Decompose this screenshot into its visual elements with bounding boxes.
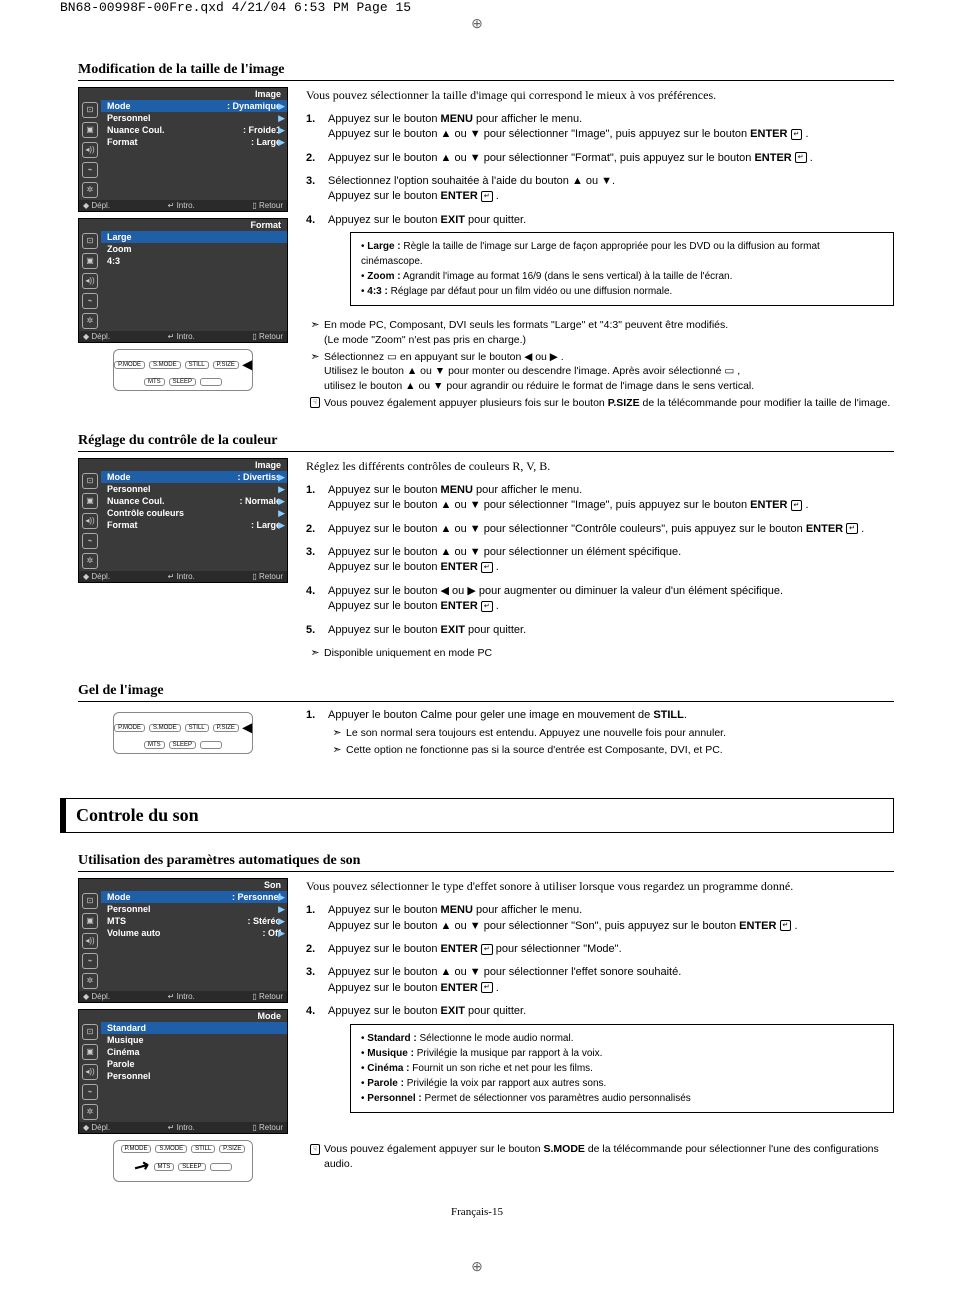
heading-color-control: Réglage du contrôle de la couleur	[78, 431, 894, 452]
osd-row-musique: Musique	[101, 1034, 287, 1046]
osd-footer: ◆ Dépl. ↵ Intro. ▯ Retour	[79, 331, 287, 342]
remote-tip-icon: ☟	[310, 1144, 320, 1155]
osd-row-standard: Standard	[101, 1022, 287, 1034]
step-1: Appuyez sur le bouton MENU pour afficher…	[328, 483, 894, 514]
step-2: Appuyez sur le bouton ENTER ↵ pour sélec…	[328, 942, 894, 957]
osd-row-mts: MTS: Stéréo▶	[101, 915, 287, 927]
osd-row-format: Format: Large▶	[101, 519, 287, 531]
intro-text: Réglez les différents contrôles de coule…	[306, 458, 894, 475]
step-2: Appuyez sur le bouton ▲ ou ▼ pour sélect…	[328, 151, 894, 166]
osd-category-icons: ⊡▣◂))⌁✲	[79, 1022, 101, 1122]
enter-icon: ↵	[791, 129, 803, 140]
heading-auto-sound: Utilisation des paramètres automatiques …	[78, 851, 894, 872]
heading-image-size: Modification de la taille de l'image	[78, 60, 894, 81]
step-2: Appuyez sur le bouton ▲ ou ▼ pour sélect…	[328, 522, 894, 537]
osd-sound-menu: Son ⊡▣◂))⌁✲ Mode: Personnel▶ Personnel▶ …	[78, 878, 288, 1003]
osd-title: Image	[79, 88, 287, 100]
enter-icon: ↵	[846, 523, 858, 534]
osd-title: Format	[79, 219, 287, 231]
arrow-icon: ↗	[130, 1154, 154, 1180]
osd-format-menu: Format ⊡▣◂))⌁✲ Large Zoom 4:3 ◆ Dépl. ↵ …	[78, 218, 288, 343]
osd-row-mode: Mode: Personnel▶	[101, 891, 287, 903]
enter-icon: ↵	[481, 191, 493, 202]
osd-row-zoom: Zoom	[101, 243, 287, 255]
heading-gel-image: Gel de l'image	[78, 681, 894, 702]
osd-footer: ◆ Dépl. ↵ Intro. ▯ Retour	[79, 200, 287, 211]
enter-icon: ↵	[481, 562, 493, 573]
note: ➣Sélectionnez ▭ en appuyant sur le bouto…	[306, 350, 894, 394]
osd-row-parole: Parole	[101, 1058, 287, 1070]
step-4: Appuyez sur le bouton ◀ ou ▶ pour augmen…	[328, 584, 894, 615]
remote-tip-icon: ☟	[310, 397, 320, 408]
osd-footer: ◆ Dépl. ↵ Intro. ▯ Retour	[79, 1122, 287, 1133]
enter-icon: ↵	[780, 920, 792, 931]
osd-title: Image	[79, 459, 287, 471]
step-4: Appuyez sur le bouton EXIT pour quitter.…	[328, 1004, 894, 1116]
page-number: Français-15	[60, 1206, 894, 1218]
step-4: Appuyez sur le bouton EXIT pour quitter.…	[328, 213, 894, 310]
osd-row-personnel: Personnel	[101, 1070, 287, 1082]
note-remote: ☟Vous pouvez également appuyer sur le bo…	[306, 1142, 894, 1171]
osd-row-43: 4:3	[101, 255, 287, 267]
step-3: Sélectionnez l'option souhaitée à l'aide…	[328, 174, 894, 205]
osd-title: Son	[79, 879, 287, 891]
step-3: Appuyez sur le bouton ▲ ou ▼ pour sélect…	[328, 545, 894, 576]
remote-illustration: P.MODES.MODESTILLP.SIZE ◂ MTSSLEEP	[113, 349, 253, 391]
enter-icon: ↵	[481, 982, 493, 993]
enter-icon: ↵	[481, 601, 493, 612]
heading-sound-control: Controle du son	[60, 798, 894, 833]
remote-illustration: P.MODES.MODESTILLP.SIZE ◂ MTSSLEEP	[113, 712, 253, 754]
remote-illustration: P.MODES.MODESTILLP.SIZE ↗ MTSSLEEP	[113, 1140, 253, 1182]
osd-row-personnel: Personnel▶	[101, 483, 287, 495]
step-1: Appuyez sur le bouton MENU pour afficher…	[328, 903, 894, 934]
osd-color-menu: Image ⊡▣◂))⌁✲ Mode: Divertiss▶ Personnel…	[78, 458, 288, 583]
intro-text: Vous pouvez sélectionner le type d'effet…	[306, 878, 894, 895]
intro-text: Vous pouvez sélectionner la taille d'ima…	[306, 87, 894, 104]
arrow-icon: ◂	[243, 717, 252, 738]
osd-row-cinema: Cinéma	[101, 1046, 287, 1058]
definitions-box: • Standard : Sélectionne le mode audio n…	[350, 1024, 894, 1113]
crop-mark-top: ⊕	[0, 15, 954, 32]
note: ➣En mode PC, Composant, DVI seuls les fo…	[306, 318, 894, 347]
crop-mark-bottom: ⊕	[0, 1258, 954, 1275]
osd-row-volume-auto: Volume auto: Off▶	[101, 927, 287, 939]
osd-row-mode: Mode: Divertiss▶	[101, 471, 287, 483]
osd-category-icons: ⊡▣◂))⌁✲	[79, 891, 101, 991]
osd-row-controle-couleurs: Contrôle couleurs▶	[101, 507, 287, 519]
step-5: Appuyez sur le bouton EXIT pour quitter.	[328, 623, 894, 638]
arrow-icon: ◂	[243, 354, 252, 375]
step-3: Appuyez sur le bouton ▲ ou ▼ pour sélect…	[328, 965, 894, 996]
osd-row-personnel: Personnel▶	[101, 112, 287, 124]
osd-row-large: Large	[101, 231, 287, 243]
step-1: Appuyez sur le bouton MENU pour afficher…	[328, 112, 894, 143]
osd-row-mode: Mode: Dynamique▶	[101, 100, 287, 112]
enter-icon: ↵	[481, 944, 493, 955]
definitions-box: • Large : Règle la taille de l'image sur…	[350, 232, 894, 306]
osd-sound-mode-menu: Mode ⊡▣◂))⌁✲ Standard Musique Cinéma Par…	[78, 1009, 288, 1134]
enter-icon: ↵	[795, 152, 807, 163]
osd-row-nuance: Nuance Coul.: Froide1▶	[101, 124, 287, 136]
osd-category-icons: ⊡▣◂))⌁✲	[79, 231, 101, 331]
file-header: BN68-00998F-00Fre.qxd 4/21/04 6:53 PM Pa…	[0, 0, 954, 15]
osd-footer: ◆ Dépl. ↵ Intro. ▯ Retour	[79, 571, 287, 582]
note-remote: ☟Vous pouvez également appuyer plusieurs…	[306, 396, 894, 411]
step-1: Appuyer le bouton Calme pour geler une i…	[328, 708, 894, 760]
note: ➣Disponible uniquement en mode PC	[306, 646, 894, 661]
enter-icon: ↵	[791, 500, 803, 511]
osd-row-format: Format: Large▶	[101, 136, 287, 148]
osd-category-icons: ⊡▣◂))⌁✲	[79, 471, 101, 571]
osd-image-menu: Image ⊡▣◂))⌁✲ Mode: Dynamique▶ Personnel…	[78, 87, 288, 212]
osd-footer: ◆ Dépl. ↵ Intro. ▯ Retour	[79, 991, 287, 1002]
osd-category-icons: ⊡▣◂))⌁✲	[79, 100, 101, 200]
osd-row-personnel: Personnel▶	[101, 903, 287, 915]
osd-title: Mode	[79, 1010, 287, 1022]
osd-row-nuance: Nuance Coul.: Normale▶	[101, 495, 287, 507]
